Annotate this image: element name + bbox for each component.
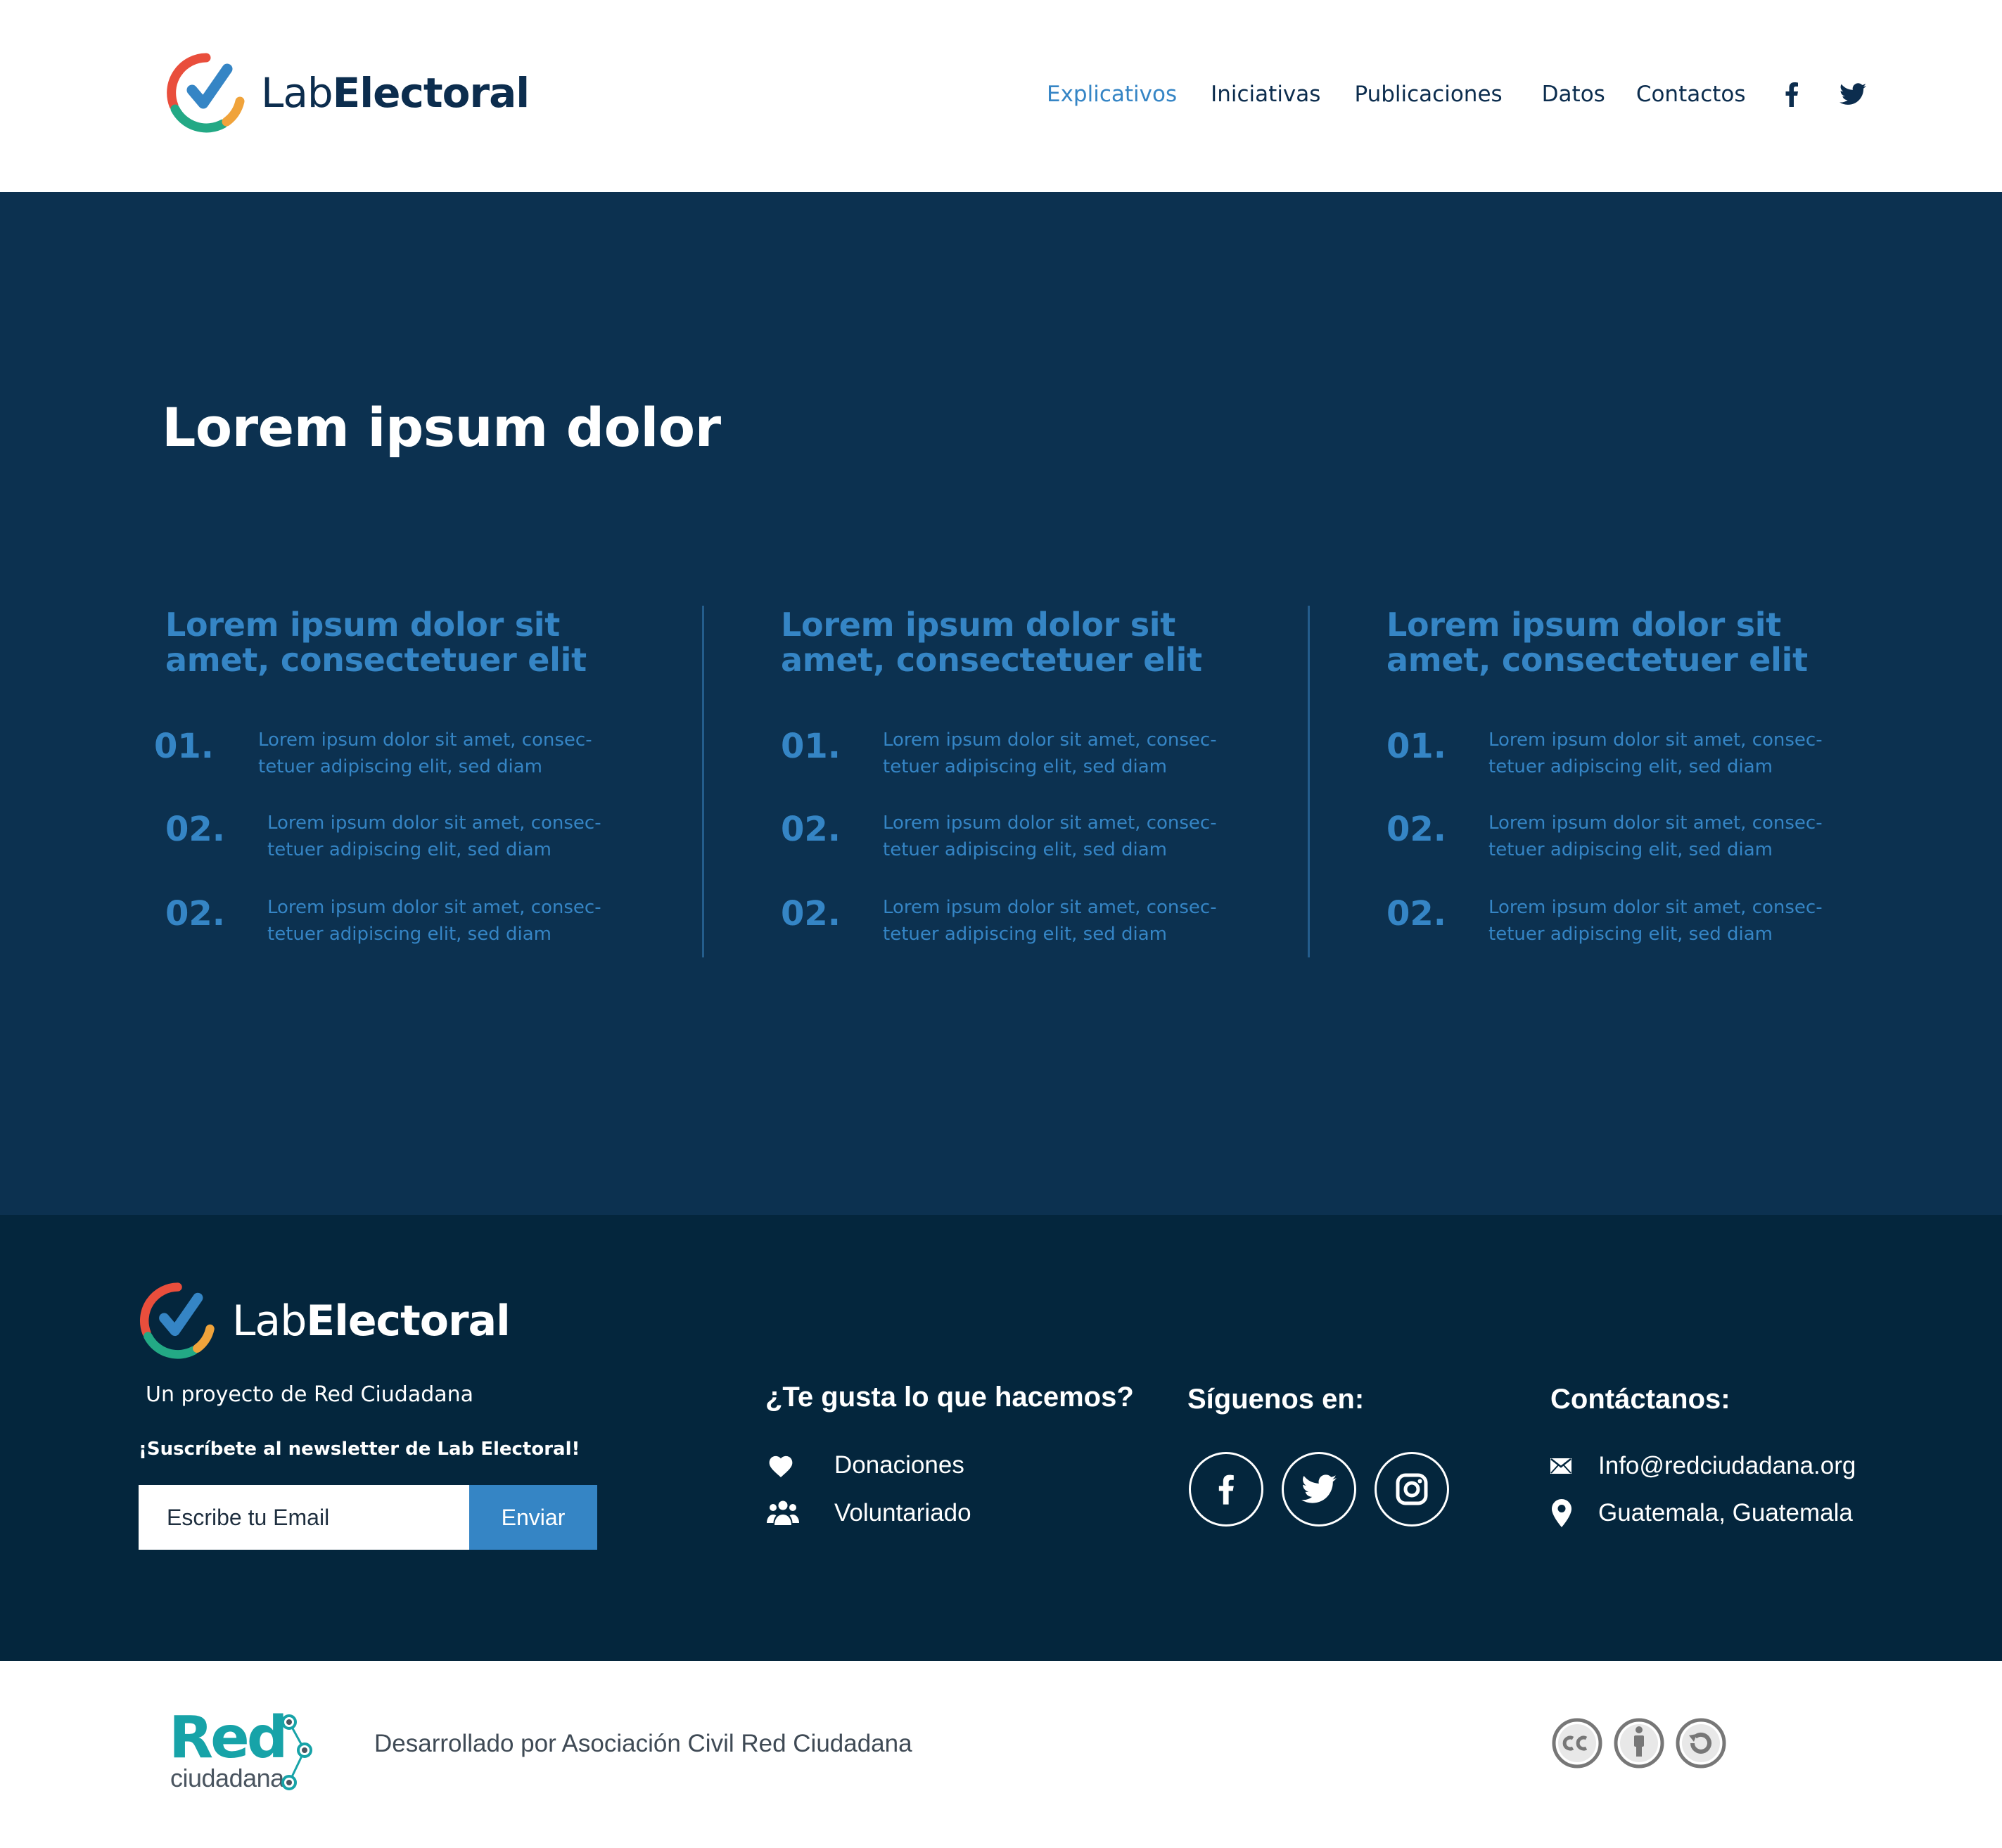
main-nav: Explicativos Iniciativas Publicaciones D… <box>1047 76 1867 113</box>
column-title: Lorem ipsum dolor sit amet, consectetuer… <box>165 606 587 679</box>
developer-credit: Desarrollado por Asociación Civil Red Ci… <box>374 1730 912 1757</box>
logo-wordmark: LabElectoral <box>261 69 530 117</box>
item-text: Lorem ipsum dolor sit amet, consec-tetue… <box>258 729 592 777</box>
item-text: Lorem ipsum dolor sit amet, consec-tetue… <box>267 813 601 860</box>
list-item: 01. Lorem ipsum dolor sit amet, consec-t… <box>154 727 610 780</box>
heart-icon <box>767 1453 834 1478</box>
item-text: Lorem ipsum dolor sit amet, consec-tetue… <box>1488 813 1823 860</box>
list-item: 02. Lorem ipsum dolor sit amet, consec-t… <box>1386 894 1840 948</box>
share-alike-icon <box>1676 1718 1726 1769</box>
list-item: 02. Lorem ipsum dolor sit amet, consec-t… <box>165 810 619 863</box>
users-icon <box>767 1500 834 1527</box>
volunteer-label: Voluntariado <box>834 1499 971 1527</box>
nav-explicativos[interactable]: Explicativos <box>1047 82 1177 107</box>
column-divider <box>1308 606 1310 957</box>
logo-word-red: Red <box>169 1704 288 1771</box>
item-number: 02. <box>1386 810 1447 849</box>
list-item: 02. Lorem ipsum dolor sit amet, consec-t… <box>781 810 1235 863</box>
location-text: Guatemala, Guatemala <box>1598 1499 1853 1527</box>
network-dots-icon <box>281 1714 312 1790</box>
nav-contactos[interactable]: Contactos <box>1636 82 1746 107</box>
contact-heading: Contáctanos: <box>1550 1384 1730 1415</box>
attribution-icon <box>1614 1718 1664 1769</box>
item-number: 02. <box>165 810 226 849</box>
item-number: 01. <box>154 727 215 766</box>
follow-heading: Síguenos en: <box>1187 1384 1365 1415</box>
labelectoral-logo[interactable]: LabElectoral <box>164 51 530 135</box>
send-button[interactable]: Enviar <box>469 1485 597 1550</box>
instagram-icon[interactable] <box>1375 1452 1449 1527</box>
nav-iniciativas[interactable]: Iniciativas <box>1211 82 1320 107</box>
facebook-icon[interactable] <box>1781 82 1802 107</box>
item-number: 02. <box>781 810 841 849</box>
email-contact[interactable]: Info@redciudadana.org <box>1550 1452 1856 1480</box>
list-item: 01. Lorem ipsum dolor sit amet, consec-t… <box>1386 727 1840 780</box>
list-item: 02. Lorem ipsum dolor sit amet, consec-t… <box>165 894 619 948</box>
footer-labelectoral-logo[interactable]: LabElectoral <box>137 1280 511 1361</box>
social-links <box>1189 1452 1467 1527</box>
hero-title: Lorem ipsum dolor <box>162 396 721 459</box>
item-number: 02. <box>165 894 226 933</box>
creative-commons-icon <box>1552 1718 1602 1769</box>
column-divider <box>702 606 704 957</box>
nav-publicaciones[interactable]: Publicaciones <box>1354 82 1502 107</box>
email-input[interactable] <box>139 1485 469 1550</box>
column-title: Lorem ipsum dolor sit amet, consectetuer… <box>781 606 1202 679</box>
feature-column-1: Lorem ipsum dolor sit amet, consectetuer… <box>154 606 616 945</box>
volunteer-link[interactable]: Voluntariado <box>767 1499 971 1527</box>
license-icons[interactable] <box>1551 1717 1737 1769</box>
column-title: Lorem ipsum dolor sit amet, consectetuer… <box>1386 606 1808 679</box>
donations-link[interactable]: Donaciones <box>767 1451 964 1479</box>
email-address: Info@redciudadana.org <box>1598 1452 1856 1479</box>
item-text: Lorem ipsum dolor sit amet, consec-tetue… <box>267 897 601 945</box>
item-text: Lorem ipsum dolor sit amet, consec-tetue… <box>883 729 1217 777</box>
list-item: 02. Lorem ipsum dolor sit amet, consec-t… <box>781 894 1235 948</box>
item-text: Lorem ipsum dolor sit amet, consec-tetue… <box>883 813 1217 860</box>
twitter-icon[interactable] <box>1282 1452 1356 1527</box>
credits-bar: Red ciudadana Desarrollado por Asociació… <box>0 1661 2002 1848</box>
item-text: Lorem ipsum dolor sit amet, consec-tetue… <box>1488 729 1823 777</box>
feature-column-2: Lorem ipsum dolor sit amet, consectetuer… <box>781 606 1231 945</box>
site-footer: LabElectoral Un proyecto de Red Ciudadan… <box>0 1215 2002 1661</box>
nav-datos[interactable]: Datos <box>1542 82 1605 107</box>
item-number: 01. <box>1386 727 1447 766</box>
list-item: 01. Lorem ipsum dolor sit amet, consec-t… <box>781 727 1235 780</box>
hero-section: Lorem ipsum dolor Lorem ipsum dolor sit … <box>0 192 2002 1215</box>
item-number: 01. <box>781 727 841 766</box>
item-number: 02. <box>1386 894 1447 933</box>
location-contact: Guatemala, Guatemala <box>1552 1499 1853 1527</box>
location-pin-icon <box>1552 1499 1598 1527</box>
logo-wordmark: LabElectoral <box>232 1296 511 1346</box>
check-ring-logo-icon <box>167 53 245 133</box>
item-number: 02. <box>781 894 841 933</box>
item-text: Lorem ipsum dolor sit amet, consec-tetue… <box>883 897 1217 945</box>
support-heading: ¿Te gusta lo que hacemos? <box>765 1382 1134 1413</box>
twitter-icon[interactable] <box>1839 83 1867 106</box>
facebook-icon[interactable] <box>1189 1452 1263 1527</box>
mail-icon <box>1550 1458 1598 1474</box>
footer-subtitle: Un proyecto de Red Ciudadana <box>146 1382 474 1407</box>
red-ciudadana-logo[interactable]: Red ciudadana <box>169 1707 317 1798</box>
newsletter-label: ¡Suscríbete al newsletter de Lab Elector… <box>139 1439 580 1460</box>
newsletter-form: Enviar <box>139 1485 597 1550</box>
site-header: LabElectoral Explicativos Iniciativas Pu… <box>0 0 2002 192</box>
feature-column-3: Lorem ipsum dolor sit amet, consectetuer… <box>1386 606 1837 945</box>
logo-word-ciudadana: ciudadana <box>170 1764 284 1792</box>
donations-label: Donaciones <box>834 1451 964 1479</box>
list-item: 02. Lorem ipsum dolor sit amet, consec-t… <box>1386 810 1840 863</box>
check-ring-logo-icon <box>139 1282 215 1359</box>
item-text: Lorem ipsum dolor sit amet, consec-tetue… <box>1488 897 1823 945</box>
